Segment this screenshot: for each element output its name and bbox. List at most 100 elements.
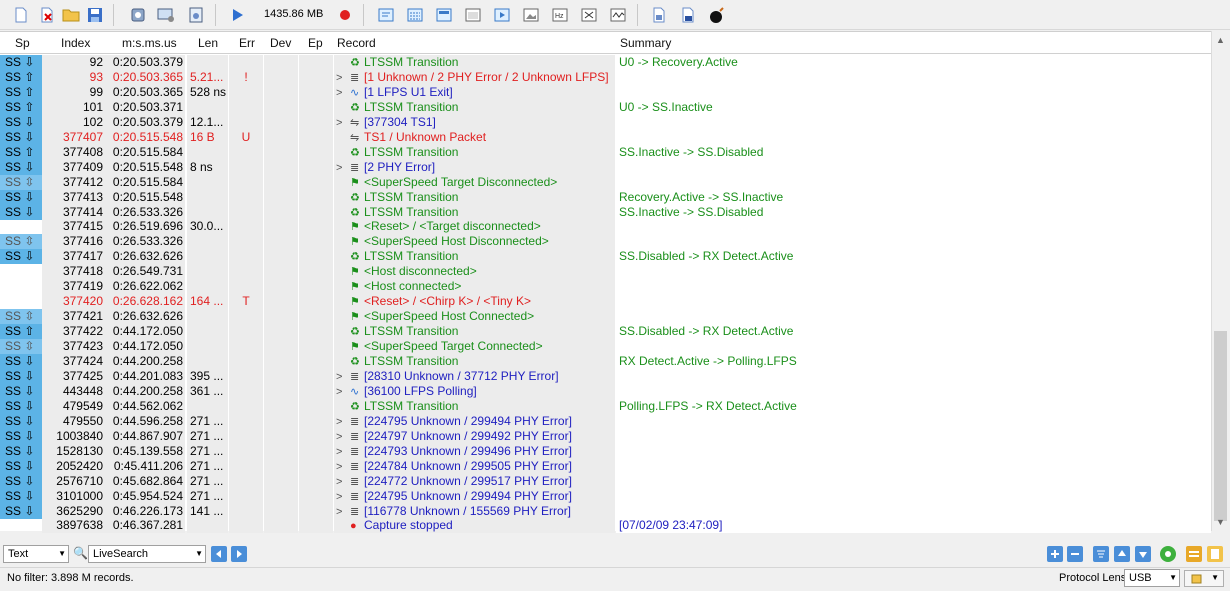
- table-row[interactable]: SS ⇩ 479550 0:44.596.258 271 ... > ≣ [224795 U…: [0, 413, 1211, 429]
- view-image-icon[interactable]: [520, 4, 542, 26]
- expand-toggle[interactable]: >: [336, 490, 350, 504]
- record-cell[interactable]: > ≣ [116778 Unknown / 155569 PHY Error]: [334, 503, 615, 519]
- table-row[interactable]: SS ⇩ 377407 0:20.515.548 16 B U ⇋ TS1 / Unknow…: [0, 129, 1211, 145]
- expand-toggle[interactable]: >: [336, 460, 350, 474]
- record-cell[interactable]: > ∿ [36100 LFPS Polling]: [334, 383, 615, 399]
- expand-toggle[interactable]: >: [336, 385, 350, 399]
- table-row[interactable]: SS ⇩ 92 0:20.503.379 ♻ LTSSM Transition U0 ->…: [0, 55, 1211, 70]
- nav-first-button[interactable]: [1093, 546, 1109, 562]
- table-row[interactable]: SS ⇳ 377412 0:20.515.584 ⚑ <SuperSpeed Targe…: [0, 174, 1211, 190]
- view-window-icon[interactable]: [462, 4, 484, 26]
- grid-icon[interactable]: [578, 4, 600, 26]
- table-row[interactable]: SS ⇩ 2576710 0:45.682.864 271 ... > ≣ [224772 …: [0, 473, 1211, 489]
- nav-up-button[interactable]: [1114, 546, 1130, 562]
- table-row[interactable]: SS ⇩ 377424 0:44.200.258 ♻ LTSSM Transition R…: [0, 354, 1211, 369]
- record-cell[interactable]: ♻ LTSSM Transition: [334, 398, 615, 414]
- table-row[interactable]: SS ⇩ 377409 0:20.515.548 8 ns > ≣ [2 PHY Error…: [0, 159, 1211, 175]
- table-row[interactable]: SS ⇩ 377414 0:26.533.326 ♻ LTSSM Transition S…: [0, 204, 1211, 220]
- record-cell[interactable]: > ≣ [224797 Unknown / 299492 PHY Error]: [334, 428, 615, 444]
- table-row[interactable]: SS ⇩ 1528130 0:45.139.558 271 ... > ≣ [224793 …: [0, 443, 1211, 459]
- expand-toggle[interactable]: >: [336, 161, 350, 175]
- monitor-settings-icon[interactable]: [155, 4, 177, 26]
- record-cell[interactable]: > ≣ [1 Unknown / 2 PHY Error / 2 Unknown L…: [334, 69, 615, 85]
- record-icon[interactable]: [334, 4, 356, 26]
- table-row[interactable]: SS ⇩ 377425 0:44.201.083 395 ... > ≣ [28310 Un…: [0, 368, 1211, 384]
- record-cell[interactable]: ⚑ <SuperSpeed Target Disconnected>: [334, 174, 615, 190]
- table-row[interactable]: SS ⇧ 377408 0:20.515.584 ♻ LTSSM Transition S…: [0, 144, 1211, 160]
- col-err[interactable]: Err: [239, 32, 255, 54]
- record-cell[interactable]: > ∿ [1 LFPS U1 Exit]: [334, 84, 615, 100]
- scroll-up-icon[interactable]: ▲: [1216, 35, 1225, 45]
- table-row[interactable]: 377420 0:26.628.162 164 ... T ⚑ <Reset> / <Ch…: [0, 294, 1211, 310]
- col-summary[interactable]: Summary: [620, 32, 671, 54]
- table-row[interactable]: SS ⇩ 102 0:20.503.379 12.1... > ⇋ [377304 TS1]: [0, 114, 1211, 130]
- expand-toggle[interactable]: >: [336, 415, 350, 429]
- record-cell[interactable]: ⚑ <SuperSpeed Host Connected>: [334, 309, 615, 325]
- new-file-icon[interactable]: [10, 4, 32, 26]
- device-icon[interactable]: [127, 4, 149, 26]
- layout-split-button[interactable]: [1186, 546, 1202, 562]
- record-cell[interactable]: ♻ LTSSM Transition: [334, 249, 615, 265]
- col-index[interactable]: Index: [61, 32, 90, 54]
- search-prev-button[interactable]: [211, 546, 227, 562]
- record-cell[interactable]: ⚑ <SuperSpeed Host Disconnected>: [334, 234, 615, 250]
- record-cell[interactable]: ⚑ <SuperSpeed Target Connected>: [334, 339, 615, 355]
- col-sp[interactable]: Sp: [15, 32, 30, 54]
- table-row[interactable]: 377419 0:26.622.062 ⚑ <Host connected>: [0, 279, 1211, 295]
- table-row[interactable]: SS ⇩ 443448 0:44.200.258 361 ... > ∿ [36100 LF…: [0, 383, 1211, 399]
- open-folder-icon[interactable]: [60, 4, 82, 26]
- protocol-lens-select[interactable]: USB ▼: [1124, 569, 1180, 587]
- expand-toggle[interactable]: >: [336, 116, 350, 130]
- table-row[interactable]: 3897638 0:46.367.281 ● Capture stopped [07/0…: [0, 518, 1211, 534]
- record-cell[interactable]: ♻ LTSSM Transition: [334, 144, 615, 160]
- nav-down-button[interactable]: [1135, 546, 1151, 562]
- export-doc-icon[interactable]: [648, 4, 670, 26]
- col-len[interactable]: Len: [198, 32, 218, 54]
- record-cell[interactable]: > ⇋ [377304 TS1]: [334, 114, 615, 130]
- record-cell[interactable]: ♻ LTSSM Transition: [334, 189, 615, 205]
- notes-button[interactable]: [1207, 546, 1223, 562]
- record-cell[interactable]: ⚑ <Host connected>: [334, 279, 615, 295]
- table-row[interactable]: SS ⇧ 101 0:20.503.371 ♻ LTSSM Transition U0 -…: [0, 99, 1211, 115]
- capture-settings-icon[interactable]: [185, 4, 207, 26]
- table-row[interactable]: 377418 0:26.549.731 ⚑ <Host disconnected>: [0, 264, 1211, 280]
- record-cell[interactable]: ⇋ TS1 / Unknown Packet: [334, 129, 615, 145]
- expand-toggle[interactable]: >: [336, 370, 350, 384]
- table-row[interactable]: SS ⇩ 2052420 0:45.411.206 271 ... > ≣ [224784 …: [0, 458, 1211, 474]
- record-cell[interactable]: > ≣ [28310 Unknown / 37712 PHY Error]: [334, 368, 615, 384]
- waveform-icon[interactable]: [607, 4, 629, 26]
- table-row[interactable]: 377415 0:26.519.696 30.0... ⚑ <Reset> / <Tar…: [0, 219, 1211, 235]
- table-row[interactable]: SS ⇳ 377416 0:26.533.326 ⚑ <SuperSpeed Host …: [0, 234, 1211, 250]
- collapse-all-button[interactable]: [1067, 546, 1083, 562]
- record-cell[interactable]: ● Capture stopped: [334, 518, 615, 534]
- col-dev[interactable]: Dev: [270, 32, 291, 54]
- expand-toggle[interactable]: >: [336, 430, 350, 444]
- expand-toggle[interactable]: >: [336, 86, 350, 100]
- expand-all-button[interactable]: [1047, 546, 1063, 562]
- table-row[interactable]: SS ⇩ 3625290 0:46.226.173 141 ... > ≣ [116778 …: [0, 503, 1211, 519]
- scroll-thumb[interactable]: [1214, 331, 1227, 521]
- save-icon[interactable]: [84, 4, 106, 26]
- record-cell[interactable]: ♻ LTSSM Transition: [334, 324, 615, 340]
- close-file-icon[interactable]: [36, 4, 58, 26]
- record-cell[interactable]: > ≣ [224784 Unknown / 299505 PHY Error]: [334, 458, 615, 474]
- table-row[interactable]: SS ⇩ 377413 0:20.515.548 ♻ LTSSM Transition R…: [0, 189, 1211, 205]
- scroll-down-icon[interactable]: ▼: [1216, 517, 1225, 527]
- table-row[interactable]: SS ⇩ 479549 0:44.562.062 ♻ LTSSM Transition P…: [0, 398, 1211, 414]
- table-row[interactable]: SS ⇳ 377423 0:44.172.050 ⚑ <SuperSpeed Targe…: [0, 339, 1211, 355]
- table-row[interactable]: SS ⇳ 377421 0:26.632.626 ⚑ <SuperSpeed Host …: [0, 309, 1211, 325]
- record-cell[interactable]: ♻ LTSSM Transition: [334, 55, 615, 70]
- record-cell[interactable]: > ≣ [224795 Unknown / 299494 PHY Error]: [334, 413, 615, 429]
- table-row[interactable]: SS ⇧ 99 0:20.503.365 528 ns > ∿ [1 LFPS U1 Exi…: [0, 84, 1211, 100]
- view-detail-icon[interactable]: [433, 4, 455, 26]
- record-cell[interactable]: > ≣ [224795 Unknown / 299494 PHY Error]: [334, 488, 615, 504]
- view-mode-select[interactable]: Text ▼: [3, 545, 69, 563]
- table-row[interactable]: SS ⇩ 3101000 0:45.954.524 271 ... > ≣ [224795 …: [0, 488, 1211, 504]
- sync-button[interactable]: [1160, 546, 1176, 562]
- vertical-scrollbar[interactable]: ▲ ▼: [1211, 31, 1229, 531]
- view-hex-icon[interactable]: [404, 4, 426, 26]
- export-save-icon[interactable]: [677, 4, 699, 26]
- table-row[interactable]: SS ⇩ 377417 0:26.632.626 ♻ LTSSM Transition S…: [0, 249, 1211, 265]
- record-cell[interactable]: ♻ LTSSM Transition: [334, 99, 615, 115]
- lens-options-button[interactable]: ▼: [1184, 570, 1224, 587]
